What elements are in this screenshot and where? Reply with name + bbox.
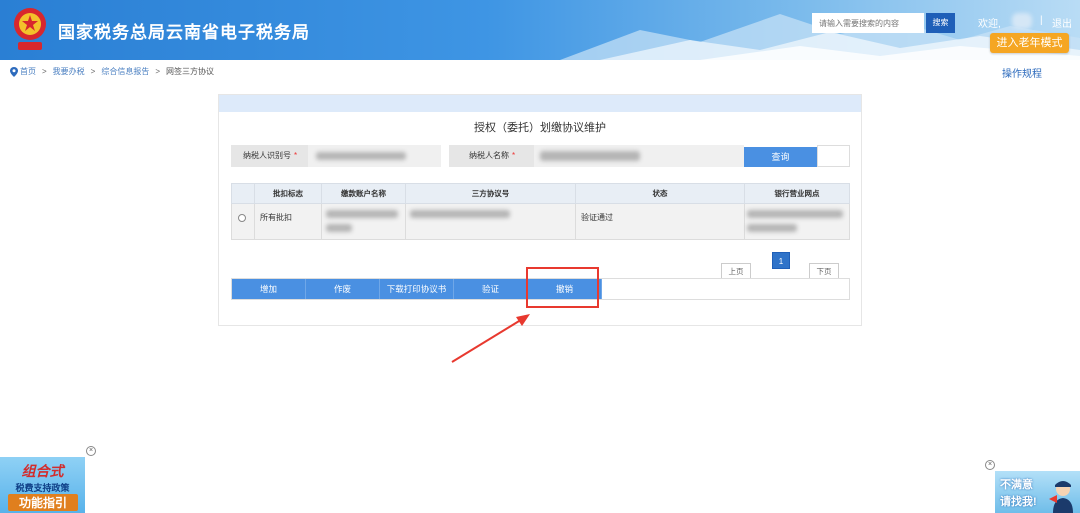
feedback-widget[interactable]: 不满意 请找我! [995, 471, 1080, 513]
agreement-number-cell [406, 204, 576, 239]
verify-button[interactable]: 验证 [454, 279, 528, 299]
status-cell: 验证通过 [576, 204, 745, 239]
required-mark: * [512, 151, 516, 160]
search-button[interactable]: 搜索 [926, 13, 955, 33]
breadcrumb: 首页 > 我要办税 > 综合信息报告 > 网签三方协议 [10, 66, 214, 77]
page-number-button[interactable]: 1 [772, 252, 790, 269]
column-header: 缴款账户名称 [322, 184, 406, 203]
taxpayer-name-label: 纳税人名称 * [449, 145, 534, 167]
taxpayer-id-field[interactable] [308, 145, 441, 167]
redacted-value [540, 151, 640, 161]
account-name-cell [322, 204, 406, 239]
logout-link[interactable]: 退出 [1052, 15, 1072, 30]
close-icon[interactable]: × [86, 446, 96, 456]
taxpayer-id-label-text: 纳税人识别号 [243, 151, 291, 160]
query-button[interactable]: 查询 [744, 147, 817, 167]
column-header: 银行营业网点 [774, 189, 820, 198]
site-title: 国家税务总局云南省电子税务局 [58, 23, 310, 42]
search-input[interactable] [812, 13, 924, 33]
policy-guide-widget[interactable]: 组合式 税费支持政策 功能指引 [0, 457, 85, 513]
feedback-line-2: 请找我! [1000, 496, 1037, 508]
redacted-value [747, 210, 843, 218]
redacted-value [747, 224, 797, 232]
taxpayer-name-field[interactable] [534, 145, 744, 167]
username-redacted [1012, 13, 1032, 29]
close-icon[interactable]: × [985, 460, 995, 470]
deduct-flag-cell: 所有批扣 [255, 204, 322, 239]
table-row[interactable]: 所有批扣 验证通过 [231, 204, 850, 240]
column-header: 批扣标志 [255, 184, 322, 203]
breadcrumb-separator: > [155, 67, 161, 76]
breadcrumb-info-report[interactable]: 综合信息报告 [101, 66, 149, 77]
row-radio-button[interactable] [238, 214, 246, 222]
redacted-value [316, 152, 406, 160]
column-header: 三方协议号 [406, 184, 576, 203]
redacted-value [326, 224, 352, 232]
breadcrumb-tax-handling[interactable]: 我要办税 [53, 66, 85, 77]
bank-branch-cell [745, 204, 849, 239]
status-value: 验证通过 [581, 213, 613, 222]
row-select-cell[interactable] [232, 204, 255, 239]
table-header: 批扣标志 缴款账户名称 三方协议号 状态 银行营业网点 [231, 183, 850, 204]
deduct-flag-value: 所有批扣 [260, 213, 292, 222]
breadcrumb-separator: > [90, 67, 96, 76]
void-button[interactable]: 作废 [306, 279, 380, 299]
header-separator: | [1040, 15, 1043, 26]
location-pin-icon [10, 66, 18, 77]
widget-title: 组合式 [21, 463, 64, 479]
breadcrumb-home[interactable]: 首页 [20, 66, 36, 77]
elder-mode-button[interactable]: 进入老年模式 [990, 33, 1069, 53]
taxpayer-id-label: 纳税人识别号 * [231, 145, 308, 167]
redacted-value [410, 210, 510, 218]
query-button-tail [817, 145, 850, 167]
widget-guide-label: 功能指引 [8, 494, 78, 511]
site-header: 国家税务总局云南省电子税务局 搜索 欢迎, | 退出 进入老年模式 [0, 0, 1080, 60]
panel-title: 授权（委托）划缴协议维护 [474, 122, 606, 134]
breadcrumb-separator: > [42, 67, 47, 76]
tax-emblem-icon [14, 8, 46, 50]
feedback-line-1: 不满意 [1000, 479, 1033, 491]
redacted-value [326, 210, 398, 218]
required-mark: * [294, 151, 298, 160]
filter-row: 纳税人识别号 * 纳税人名称 * 查询 [231, 145, 851, 167]
panel-top-bar [219, 95, 861, 112]
revoke-highlight-box [526, 267, 599, 308]
officer-mascot-icon [1049, 481, 1073, 513]
welcome-text: 欢迎, [978, 19, 1001, 30]
select-column-header [232, 184, 255, 203]
download-print-agreement-button[interactable]: 下载打印协议书 [380, 279, 454, 299]
taxpayer-name-label-text: 纳税人名称 [469, 151, 509, 160]
add-button[interactable]: 增加 [232, 279, 306, 299]
annotation-arrow-icon [451, 314, 530, 363]
breadcrumb-current: 网签三方协议 [166, 67, 215, 76]
operation-guide-link[interactable]: 操作规程 [1002, 65, 1042, 80]
column-header: 状态 [576, 184, 745, 203]
widget-subtitle: 税费支持政策 [15, 483, 70, 493]
